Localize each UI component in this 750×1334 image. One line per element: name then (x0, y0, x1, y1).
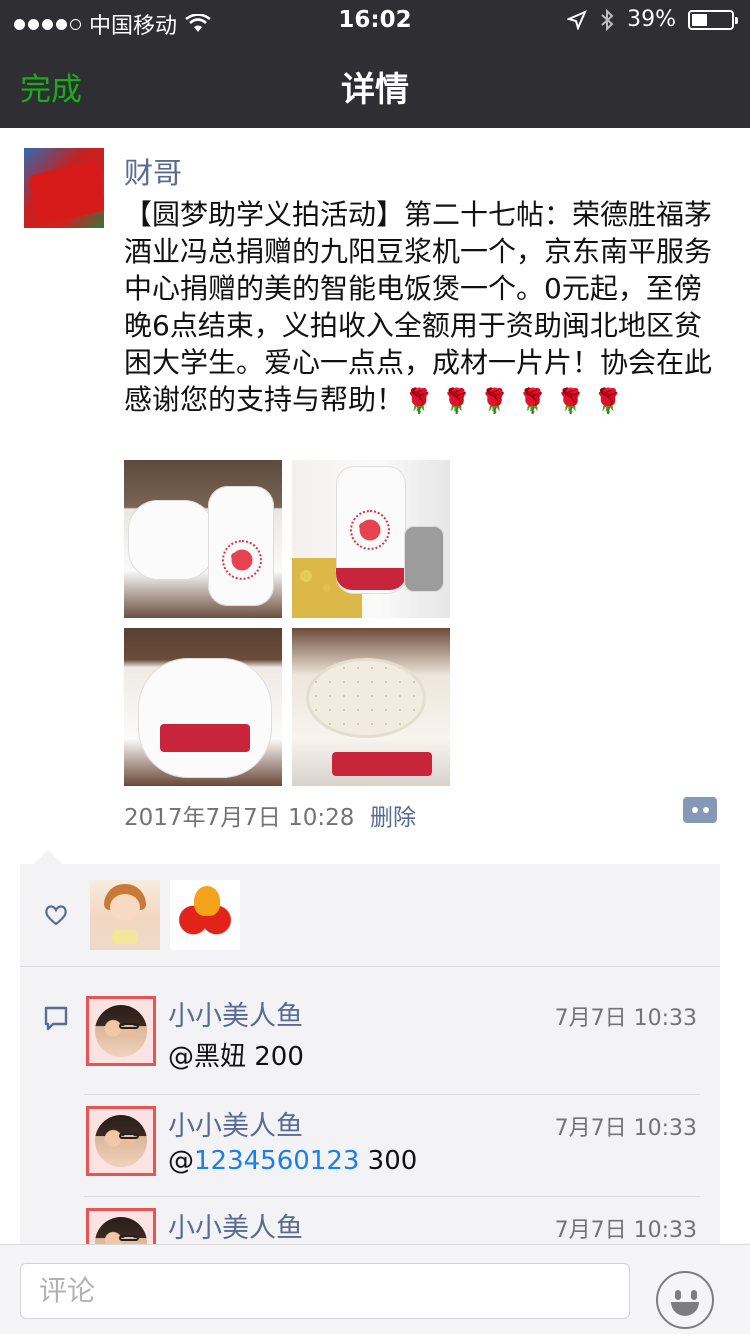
emoji-button[interactable] (656, 1271, 714, 1329)
liker-avatar-2[interactable] (170, 880, 240, 950)
post-photo-2[interactable] (292, 460, 450, 618)
commenter-avatar[interactable] (86, 996, 156, 1066)
page-title: 详情 (341, 70, 409, 110)
comment-time: 7月7日 10:33 (554, 1116, 697, 1141)
comment-text[interactable]: @1234560123 300 (168, 1146, 417, 1176)
comment-text-body: @黑妞 200 (168, 1042, 304, 1072)
comment-separator (84, 1094, 700, 1095)
likes-comments-divider (20, 966, 720, 967)
comment-text-prefix: @ (168, 1146, 194, 1176)
heart-icon (45, 905, 67, 926)
post-text: 【圆梦助学义拍活动】第二十七帖：荣德胜福茅酒业冯总捐赠的九阳豆浆机一个，京东南平… (124, 198, 713, 416)
more-actions-button[interactable] (683, 797, 717, 823)
comment-text[interactable]: @黑妞 200 (168, 1036, 304, 1073)
panel-caret (34, 850, 62, 864)
top-bar: 中国移动 16:02 39% 完成 详情 (0, 0, 750, 128)
bluetooth-icon (601, 8, 614, 31)
post-photo-1[interactable] (124, 460, 282, 618)
liker-avatar-1[interactable] (90, 880, 160, 950)
post-timestamp: 2017年7月7日 10:28 (124, 805, 355, 831)
comment-text-suffix: 300 (359, 1146, 418, 1176)
comment-time: 7月7日 10:33 (554, 1006, 697, 1031)
status-bar: 中国移动 16:02 39% (0, 0, 750, 40)
commenter-name[interactable]: 小小美人鱼 (168, 994, 303, 1033)
mention-link[interactable]: 1234560123 (194, 1146, 359, 1176)
author-avatar[interactable] (24, 148, 104, 228)
commenter-name[interactable]: 小小美人鱼 (168, 1104, 303, 1143)
nav-bar: 完成 详情 (0, 40, 750, 128)
moments-detail-page: 中国移动 16:02 39% 完成 详情 财哥 【圆梦助学义拍活动】第二十七帖：… (0, 0, 750, 1334)
commenter-name[interactable]: 小小美人鱼 (168, 1206, 303, 1245)
status-right: 39% (567, 7, 738, 32)
delete-link[interactable]: 删除 (370, 798, 416, 832)
comment-input-bar: 评论 (0, 1244, 750, 1334)
post-content: 【圆梦助学义拍活动】第二十七帖：荣德胜福茅酒业冯总捐赠的九阳豆浆机一个，京东南平… (124, 196, 714, 420)
author-name[interactable]: 财哥 (124, 150, 182, 192)
commenter-avatar[interactable] (86, 1106, 156, 1176)
battery-icon (688, 9, 738, 30)
location-arrow-icon (567, 9, 588, 30)
post-photo-4[interactable] (292, 628, 450, 786)
post-photo-3[interactable] (124, 628, 282, 786)
comment-time: 7月7日 10:33 (554, 1218, 697, 1243)
battery-percent: 39% (627, 7, 676, 32)
comment-separator (84, 1196, 700, 1197)
comment-icon (44, 1006, 68, 1031)
comment-input[interactable]: 评论 (20, 1263, 630, 1319)
rose-emoji: 🌹🌹🌹🌹🌹🌹 (404, 387, 632, 415)
